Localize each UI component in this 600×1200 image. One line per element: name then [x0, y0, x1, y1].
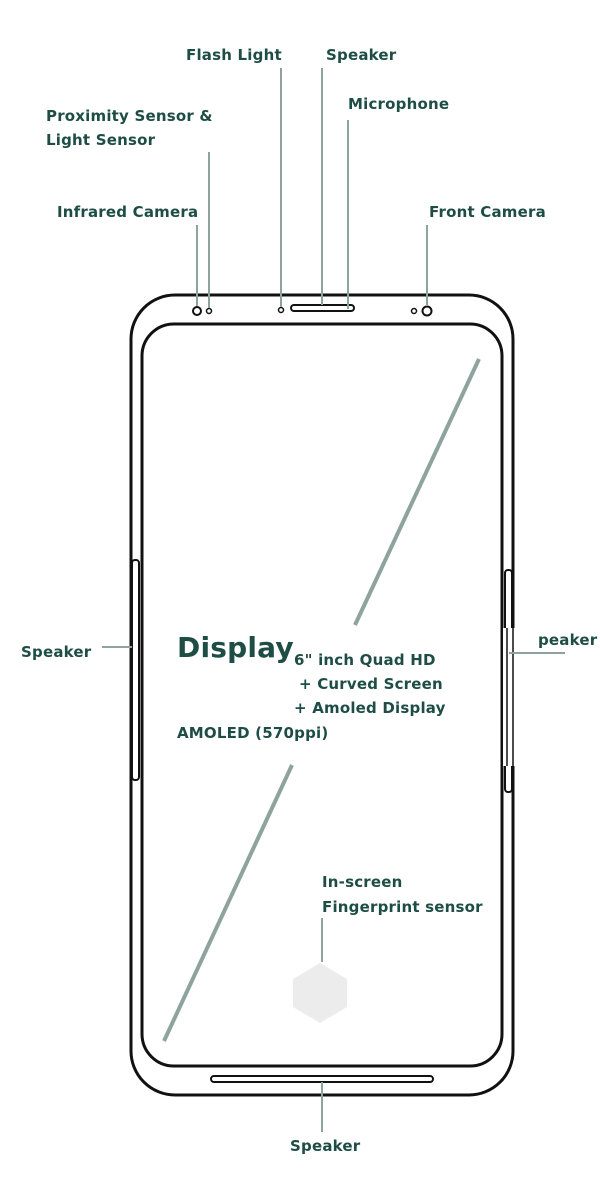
- fingerprint-sensor-icon: [293, 963, 347, 1023]
- speaker-left-label: Speaker: [21, 643, 92, 661]
- proximity-sensor-label: Proximity Sensor &: [46, 107, 213, 125]
- speaker-top-label: Speaker: [326, 46, 397, 64]
- phone-diagram: [102, 68, 565, 1132]
- display-spec-line-1: 6" inch Quad HD: [294, 651, 436, 669]
- display-title: Display: [177, 631, 294, 664]
- fingerprint-label-line-1: In-screen: [322, 873, 403, 891]
- light-sensor-label: Light Sensor: [46, 131, 156, 149]
- display-spec-line-4: AMOLED (570ppi): [177, 724, 329, 742]
- front-camera-small-sensor-icon: [410, 307, 418, 315]
- microphone-label: Microphone: [348, 95, 450, 113]
- fingerprint-label-line-2: Fingerprint sensor: [322, 898, 483, 916]
- infrared-camera-icon: [192, 306, 202, 316]
- front-camera-label: Front Camera: [429, 203, 546, 221]
- display-spec-line-3: + Amoled Display: [294, 699, 446, 717]
- front-camera-icon: [421, 305, 433, 317]
- top-speaker-slot: [290, 304, 355, 312]
- screen-reflection-upper: [353, 358, 481, 626]
- speaker-right-label: peaker: [538, 631, 598, 649]
- bottom-speaker-slot: [210, 1075, 434, 1083]
- left-speaker-grille: [131, 559, 140, 781]
- flash-light-icon: [277, 306, 285, 314]
- display-spec-line-2: + Curved Screen: [299, 675, 443, 693]
- proximity-sensor-icon: [205, 307, 213, 315]
- flash-light-label: Flash Light: [186, 46, 282, 64]
- speaker-bottom-label: Speaker: [290, 1137, 361, 1155]
- infrared-camera-label: Infrared Camera: [57, 203, 199, 221]
- screen-reflection-lower: [162, 764, 294, 1042]
